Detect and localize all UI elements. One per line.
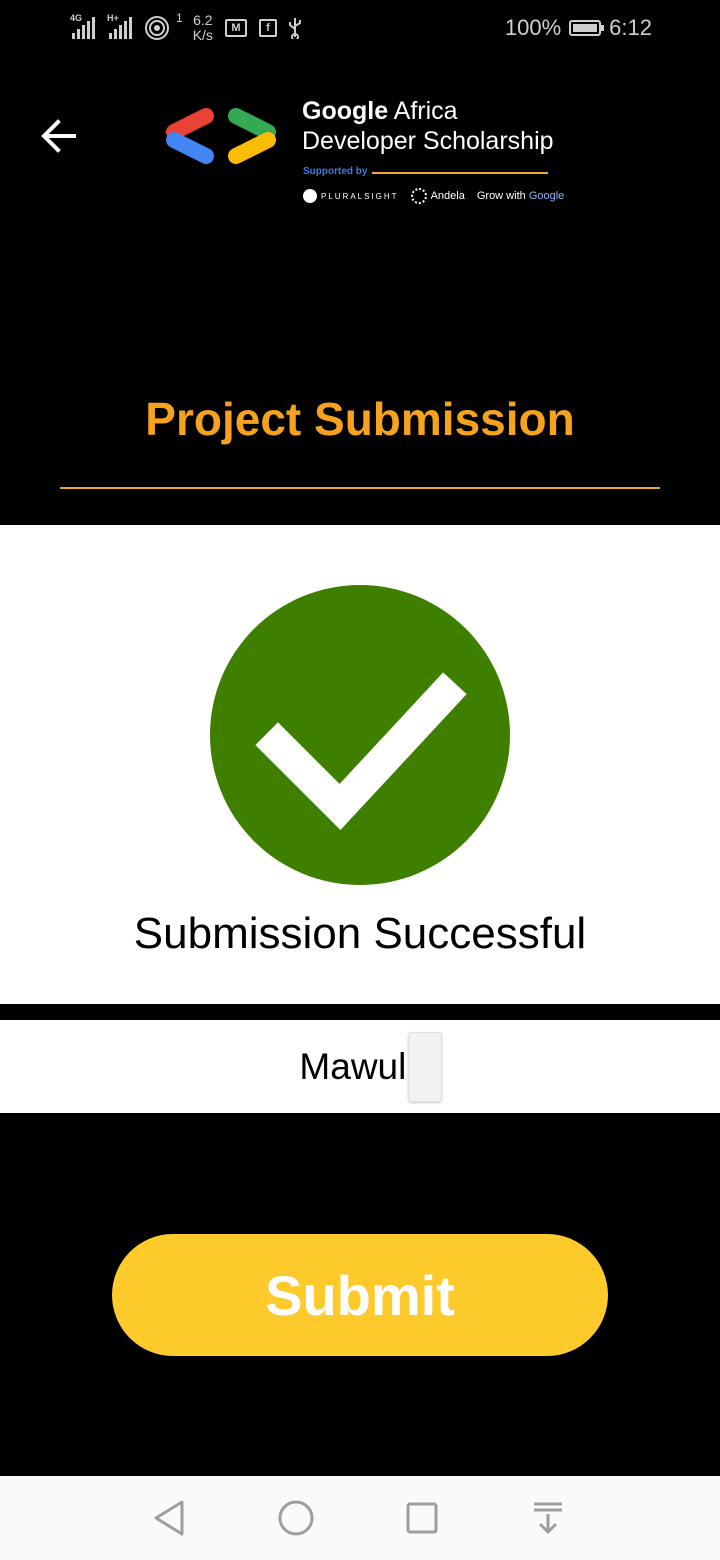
triangle-back-icon — [154, 1500, 184, 1536]
battery-percent: 100% — [504, 15, 562, 40]
status-bar: 4G H+ 1 6.2 K/s M f 100% 6:12 — [0, 0, 720, 56]
signal-icon: 4G — [70, 13, 95, 39]
speed-unit: K/s — [192, 27, 213, 43]
navigation-bar — [0, 1476, 720, 1560]
nav-recents-button[interactable] — [402, 1498, 442, 1538]
supported-by-label: Supported by — [303, 166, 368, 177]
clock: 6:12 — [609, 15, 652, 40]
check-circle-icon — [210, 585, 510, 885]
sim-indicator: 1 — [176, 11, 183, 25]
partner-logos: PLURALSIGHT Andela Grow with Google — [303, 188, 564, 204]
brand-google: Google — [302, 97, 389, 125]
title-divider — [60, 487, 660, 489]
google-developers-logo — [166, 108, 276, 164]
circle-home-icon — [278, 1500, 314, 1536]
network-speed: 6.2 K/s — [193, 13, 213, 43]
arrow-left-icon — [41, 119, 76, 153]
status-left: 4G H+ 1 6.2 K/s M f — [70, 10, 303, 46]
pull-down-icon — [534, 1502, 562, 1535]
brand-name: Google Africa Developer Scholarship — [302, 96, 554, 156]
partner-pluralsight: PLURALSIGHT — [303, 189, 399, 203]
network-type-1: 4G — [70, 13, 83, 23]
andela-label: Andela — [430, 189, 465, 202]
google-label: Google — [528, 190, 565, 202]
supported-by-divider — [372, 172, 548, 174]
brand-line-2: Developer Scholarship — [302, 127, 554, 155]
signal-icon: H+ — [107, 13, 132, 39]
battery-icon — [569, 20, 605, 36]
partner-grow-with-google: Grow with Google — [477, 190, 564, 202]
nav-home-button[interactable] — [276, 1498, 316, 1538]
nav-back-button[interactable] — [150, 1498, 190, 1538]
submit-button[interactable]: Submit — [112, 1234, 608, 1356]
status-right: 100% 6:12 — [505, 12, 652, 44]
andela-icon — [410, 188, 427, 204]
usb-icon — [288, 18, 301, 39]
pluralsight-icon — [303, 189, 317, 203]
user-name: Mawuli — [299, 1046, 415, 1087]
grow-with-label: Grow with — [476, 190, 529, 202]
page-title: Project Submission — [145, 393, 575, 445]
square-recents-icon — [406, 1502, 438, 1534]
success-panel: Submission Successful — [0, 525, 720, 1004]
partner-andela: Andela — [410, 188, 465, 204]
facebook-icon: f — [258, 19, 277, 37]
pluralsight-label: PLURALSIGHT — [321, 191, 399, 201]
nav-notifications-button[interactable] — [528, 1498, 568, 1538]
speed-value: 6.2 — [193, 12, 213, 28]
success-message: Submission Successful — [133, 909, 587, 958]
network-type-2: H+ — [107, 13, 119, 23]
name-row: Mawuli — [0, 1020, 720, 1113]
hotspot-icon — [145, 16, 169, 40]
gmail-icon: M — [224, 19, 247, 37]
text-selection-handle[interactable] — [408, 1032, 442, 1102]
brand-africa: Africa — [388, 97, 458, 125]
back-button[interactable] — [38, 114, 82, 158]
